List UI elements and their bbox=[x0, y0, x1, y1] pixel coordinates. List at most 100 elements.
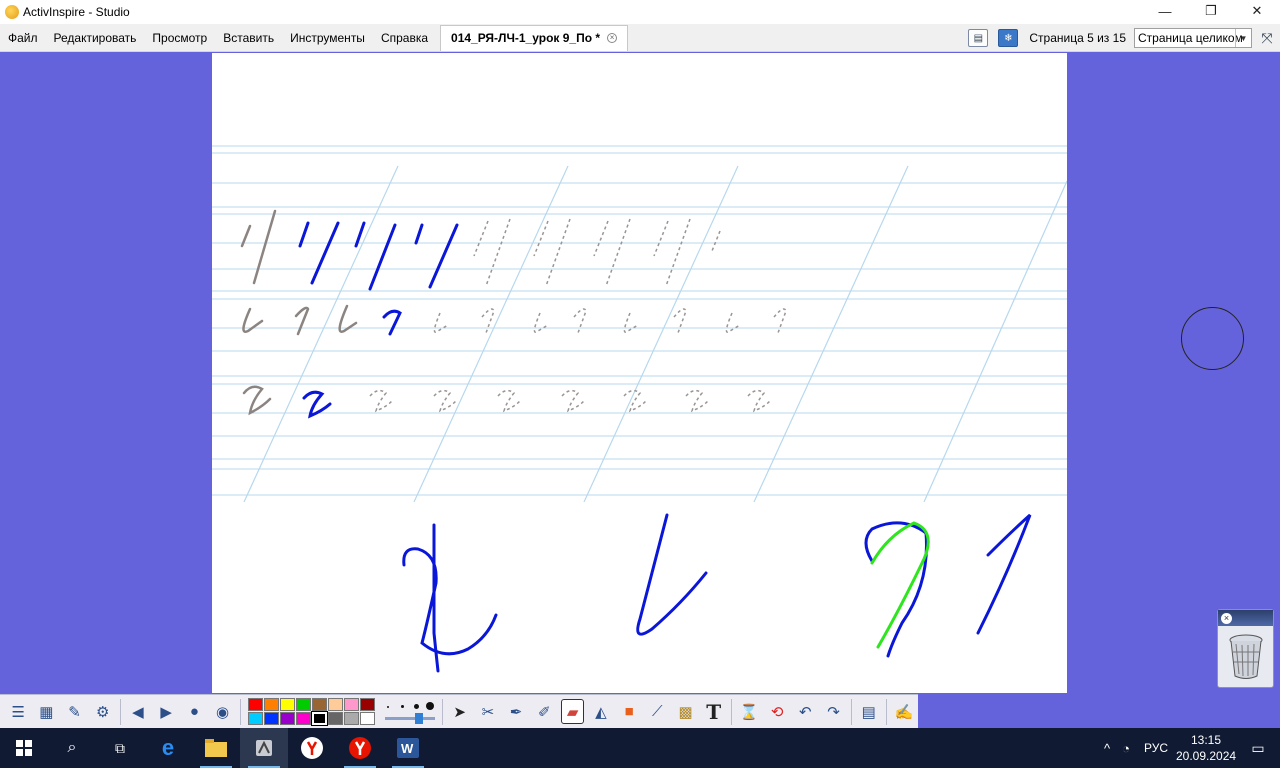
color-swatch[interactable] bbox=[247, 698, 263, 711]
worksheet-svg bbox=[212, 145, 1067, 502]
pin-icon[interactable]: ✍ bbox=[892, 699, 915, 724]
menu-edit[interactable]: Редактировать bbox=[46, 24, 145, 52]
color-swatch[interactable] bbox=[247, 712, 263, 725]
handwriting-worksheet bbox=[212, 91, 1067, 502]
undo-icon[interactable]: ↶ bbox=[794, 699, 817, 724]
menu-file[interactable]: Файл bbox=[0, 24, 46, 52]
fill-icon[interactable]: ◭ bbox=[589, 699, 612, 724]
prev-page-icon[interactable]: ◀ bbox=[126, 699, 149, 724]
color-swatch[interactable] bbox=[327, 712, 343, 725]
minimize-button[interactable]: — bbox=[1142, 0, 1188, 22]
color-swatch[interactable] bbox=[279, 712, 295, 725]
page-indicator: Страница 5 из 15 bbox=[1029, 31, 1126, 45]
blue-ink-strokes-on-worksheet bbox=[298, 221, 459, 419]
search-icon[interactable]: ⌕ bbox=[48, 728, 96, 768]
tools-icon[interactable]: ✂ bbox=[476, 699, 499, 724]
activinspire-icon[interactable] bbox=[240, 728, 288, 768]
color-palette bbox=[247, 698, 375, 726]
document-tab-label: 014_РЯ-ЛЧ-1_урок 9_По * bbox=[451, 31, 601, 45]
color-swatch[interactable] bbox=[359, 712, 375, 725]
browser-icon[interactable]: ▦ bbox=[35, 699, 58, 724]
next-page-icon[interactable]: ▶ bbox=[155, 699, 178, 724]
system-tray: ^ ◔ РУС 13:15 20.09.2024 ▭ bbox=[1098, 728, 1280, 768]
yandex-browser-icon[interactable] bbox=[336, 728, 384, 768]
color-swatch[interactable] bbox=[263, 698, 279, 711]
color-swatch[interactable] bbox=[279, 698, 295, 711]
tab-close-icon[interactable]: × bbox=[607, 33, 618, 43]
menu-tools[interactable]: Инструменты bbox=[282, 24, 373, 52]
pen-width-selector[interactable] bbox=[383, 698, 435, 726]
redo-icon[interactable]: ↷ bbox=[822, 699, 845, 724]
text-icon[interactable]: T bbox=[702, 699, 725, 724]
flipchart-page[interactable] bbox=[212, 53, 1067, 693]
color-swatch[interactable] bbox=[311, 698, 327, 711]
main-toolbox: ☰ ▦ ✎ ⚙ ◀ ▶ ● ◉ ➤ ✂ ✒ ✐ ▰ ◭ ■ ⟋ ▩ T ⌛ ⟲ … bbox=[0, 694, 918, 728]
color-swatch[interactable] bbox=[295, 712, 311, 725]
color-swatch[interactable] bbox=[343, 712, 359, 725]
windows-logo-icon bbox=[16, 740, 32, 756]
pen-width-slider-thumb[interactable] bbox=[414, 712, 423, 724]
edge-icon[interactable]: e bbox=[144, 728, 192, 768]
task-view-icon[interactable]: ⧉ bbox=[96, 728, 144, 768]
flipchart-view-icon[interactable]: ❄ bbox=[998, 29, 1019, 47]
color-swatch[interactable] bbox=[327, 698, 343, 711]
connector-icon[interactable]: ⟋ bbox=[646, 699, 669, 724]
eraser-icon[interactable]: ▰ bbox=[560, 699, 585, 724]
word-icon[interactable]: W bbox=[384, 728, 432, 768]
clock[interactable]: 13:15 20.09.2024 bbox=[1176, 732, 1236, 764]
menu-view[interactable]: Просмотр bbox=[144, 24, 215, 52]
folder-icon bbox=[205, 739, 227, 757]
page-browser-icon[interactable]: ▤ bbox=[968, 29, 989, 47]
play-icon[interactable]: ● bbox=[183, 699, 206, 724]
network-icon[interactable]: ◔ bbox=[1116, 741, 1136, 756]
highlighter-icon[interactable]: ✐ bbox=[533, 699, 556, 724]
desktop-annotate-icon[interactable]: ◉ bbox=[211, 699, 234, 724]
flipchart-icon[interactable]: ✎ bbox=[63, 699, 86, 724]
title-bar: ActivInspire - Studio — ❐ ✕ bbox=[0, 0, 1280, 24]
maximize-button[interactable]: ❐ bbox=[1188, 0, 1234, 22]
color-swatch[interactable] bbox=[343, 698, 359, 711]
svg-text:W: W bbox=[401, 741, 414, 756]
blue-freehand-letters bbox=[402, 513, 1032, 673]
word-logo-icon: W bbox=[397, 738, 419, 758]
chevron-up-icon[interactable]: ^ bbox=[1098, 741, 1116, 756]
trash-can-widget[interactable]: × bbox=[1217, 609, 1274, 688]
pen-width-dot[interactable] bbox=[425, 701, 434, 710]
yandex-icon[interactable] bbox=[288, 728, 336, 768]
page-icon[interactable]: ▤ bbox=[857, 699, 880, 724]
clipart-icon[interactable]: ▩ bbox=[674, 699, 697, 724]
color-swatch[interactable] bbox=[263, 712, 279, 725]
clear-icon[interactable]: ⌛ bbox=[737, 699, 760, 724]
toolbox-separator bbox=[119, 698, 121, 725]
color-swatch-selected[interactable] bbox=[310, 711, 328, 726]
pen-icon[interactable]: ✒ bbox=[504, 699, 527, 724]
notification-icon[interactable]: ▭ bbox=[1236, 740, 1280, 757]
page-navigation-area: ▤ ❄ Страница 5 из 15 Страница целиком ▼ … bbox=[963, 24, 1280, 52]
select-icon[interactable]: ➤ bbox=[448, 699, 471, 724]
language-indicator[interactable]: РУС bbox=[1136, 741, 1176, 755]
menu-help[interactable]: Справка bbox=[373, 24, 436, 52]
yandex-logo-icon bbox=[301, 737, 323, 759]
dashed-tracing-strokes bbox=[369, 218, 787, 413]
pen-width-slider[interactable] bbox=[384, 716, 435, 720]
trash-bin-icon bbox=[1229, 634, 1263, 679]
color-swatch[interactable] bbox=[295, 698, 311, 711]
reset-icon[interactable]: ⟲ bbox=[766, 699, 789, 724]
file-explorer-icon[interactable] bbox=[192, 728, 240, 768]
fullscreen-icon[interactable]: ⤧ bbox=[1256, 30, 1278, 47]
pen-width-dot[interactable] bbox=[400, 704, 404, 708]
settings-icon[interactable]: ⚙ bbox=[91, 699, 114, 724]
pen-width-dot[interactable] bbox=[386, 705, 389, 708]
start-icon[interactable] bbox=[0, 728, 48, 768]
pen-cursor-circle bbox=[1181, 307, 1244, 370]
toolbox-separator bbox=[885, 698, 887, 725]
main-menu-icon[interactable]: ☰ bbox=[7, 699, 30, 724]
shape-icon[interactable]: ■ bbox=[617, 699, 640, 724]
zoom-select[interactable]: Страница целиком ▼ bbox=[1134, 28, 1252, 48]
close-button[interactable]: ✕ bbox=[1234, 0, 1280, 22]
color-swatch[interactable] bbox=[359, 698, 375, 711]
close-icon[interactable]: × bbox=[1221, 612, 1232, 624]
document-tab[interactable]: 014_РЯ-ЛЧ-1_урок 9_По * × bbox=[440, 24, 629, 51]
menu-insert[interactable]: Вставить bbox=[215, 24, 282, 52]
pen-width-dot[interactable] bbox=[413, 703, 419, 709]
